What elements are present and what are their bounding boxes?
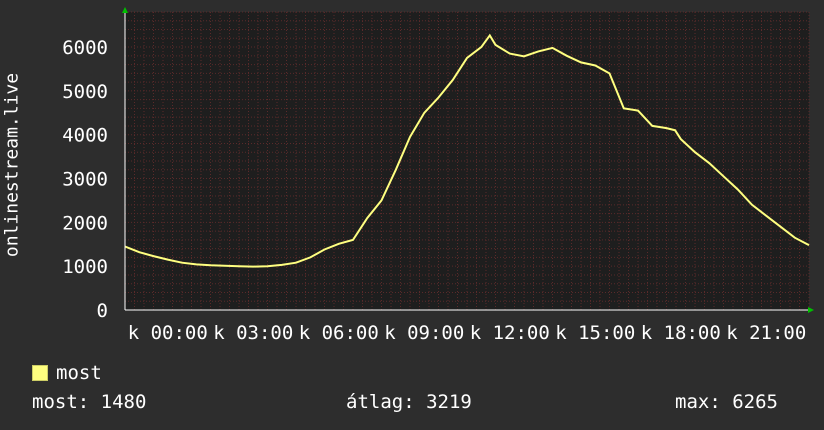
- x-tick-label: k 15:00: [555, 322, 635, 344]
- x-tick-label: k 06:00: [299, 322, 379, 344]
- y-axis-label: onlinestream.live: [1, 72, 23, 258]
- y-tick-label: 2000: [62, 212, 108, 234]
- y-axis-arrow-icon: [122, 7, 128, 13]
- stat-current: most: 1480: [32, 391, 147, 413]
- x-tick-label: k 03:00: [213, 322, 293, 344]
- y-tick-label: 1000: [62, 256, 108, 278]
- x-tick-label: k 09:00: [384, 322, 464, 344]
- x-tick-label: k 12:00: [470, 322, 550, 344]
- x-tick-label: k 00:00: [128, 322, 208, 344]
- y-tick-label: 5000: [62, 81, 108, 103]
- y-tick-labels: 0 1000 2000 3000 4000 5000 6000: [62, 37, 108, 322]
- x-tick-labels: k 00:00 k 03:00 k 06:00 k 09:00 k 12:00 k 15:…: [128, 322, 807, 344]
- x-axis-arrow-icon: [808, 307, 814, 313]
- line-chart: 0 1000 2000 3000 4000 5000 6000 k 00:00 k 03:00…: [62, 7, 814, 344]
- y-tick-label: 6000: [62, 37, 108, 59]
- stat-average: átlag: 3219: [346, 391, 472, 413]
- legend-label: most: [56, 362, 102, 384]
- x-tick-label: k 21:00: [726, 322, 806, 344]
- legend-swatch: [32, 365, 48, 381]
- y-tick-label: 4000: [62, 125, 108, 147]
- y-tick-label: 3000: [62, 169, 108, 191]
- stat-max: max: 6265: [675, 391, 778, 413]
- x-tick-label: k 18:00: [641, 322, 721, 344]
- y-tick-label: 0: [97, 300, 108, 322]
- legend: most: [32, 362, 102, 384]
